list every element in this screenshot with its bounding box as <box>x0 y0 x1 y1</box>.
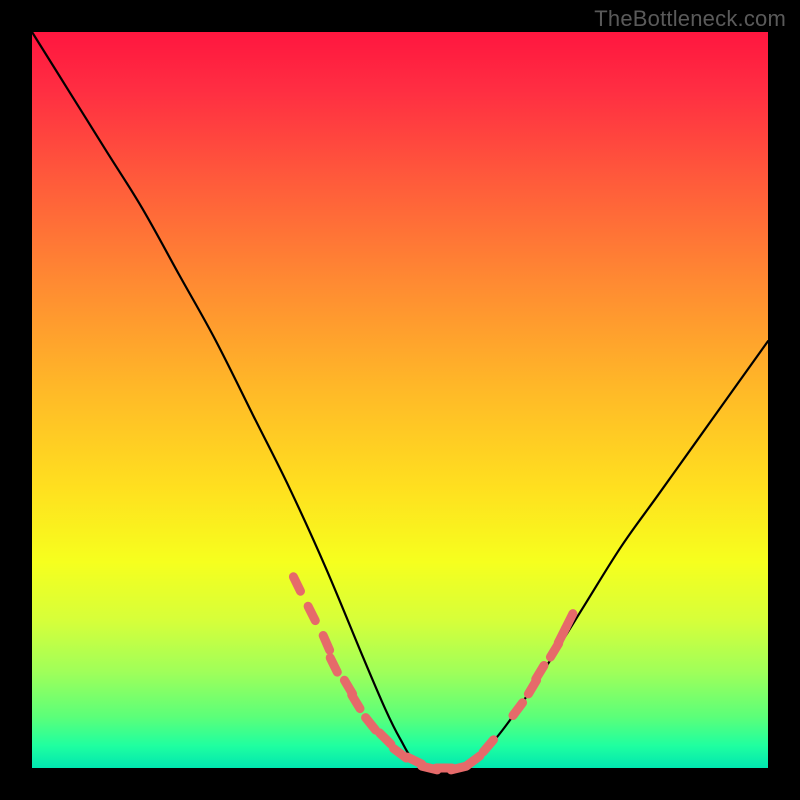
curve-marker <box>536 666 544 680</box>
curve-marker <box>323 636 329 651</box>
curve-marker <box>330 658 337 672</box>
curve-marker <box>352 695 360 709</box>
curve-marker <box>366 718 376 731</box>
curve-marker <box>380 733 391 744</box>
curve-marker <box>467 756 480 766</box>
curve-marker <box>483 740 493 752</box>
bottleneck-curve <box>32 32 768 769</box>
plot-area <box>32 32 768 768</box>
curve-marker <box>513 703 523 716</box>
watermark-text: TheBottleneck.com <box>594 6 786 32</box>
curve-layer <box>32 32 768 768</box>
chart-frame: TheBottleneck.com <box>0 0 800 800</box>
curve-marker <box>308 606 315 620</box>
curve-marker <box>293 577 300 591</box>
curve-markers <box>293 577 573 770</box>
